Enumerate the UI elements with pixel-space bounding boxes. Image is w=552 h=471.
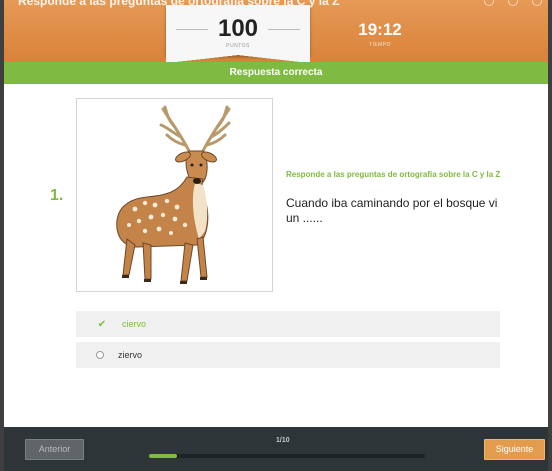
deer-illustration	[76, 98, 273, 292]
answer-list: ✔ ciervo ziervo	[76, 311, 500, 373]
fullscreen-icon[interactable]	[484, 0, 494, 6]
check-icon: ✔	[97, 318, 107, 330]
timer-label: TIEMPO	[368, 42, 392, 48]
timer-value: 19:12	[358, 20, 402, 39]
menu-icon[interactable]	[532, 0, 542, 6]
score-value: 100	[217, 15, 259, 42]
next-button[interactable]: Siguiente	[484, 439, 545, 460]
score-card: 100 PUNTOS	[166, 5, 310, 63]
result-banner: Respuesta correcta	[4, 62, 548, 84]
question-text: Cuando iba caminando por el bosque vi un…	[286, 196, 498, 225]
previous-button[interactable]: Anterior	[25, 439, 84, 460]
timer: 19:12 TIEMPO	[352, 20, 408, 48]
progress-bar	[149, 454, 425, 458]
score-unit: PUNTOS	[226, 43, 250, 49]
question-number: 1.	[50, 187, 64, 204]
footer-bar: Anterior 1/10 Siguiente	[4, 427, 548, 471]
answer-label: ziervo	[118, 350, 143, 360]
header-bar: Responde a las preguntas de ortografía s…	[4, 0, 548, 63]
answer-label: ciervo	[122, 319, 147, 329]
progress-label: 1/10	[276, 437, 290, 444]
radio-icon[interactable]	[96, 351, 104, 359]
sound-icon[interactable]	[508, 0, 518, 6]
answer-option-ciervo[interactable]: ✔ ciervo	[76, 311, 500, 339]
progress-fill	[149, 454, 177, 458]
answer-option-ziervo[interactable]: ziervo	[76, 342, 500, 370]
quiz-window: Responde a las preguntas de ortografía s…	[0, 0, 552, 471]
question-instruction: Responde a las preguntas de ortografía s…	[286, 170, 501, 179]
window-controls	[484, 0, 542, 6]
